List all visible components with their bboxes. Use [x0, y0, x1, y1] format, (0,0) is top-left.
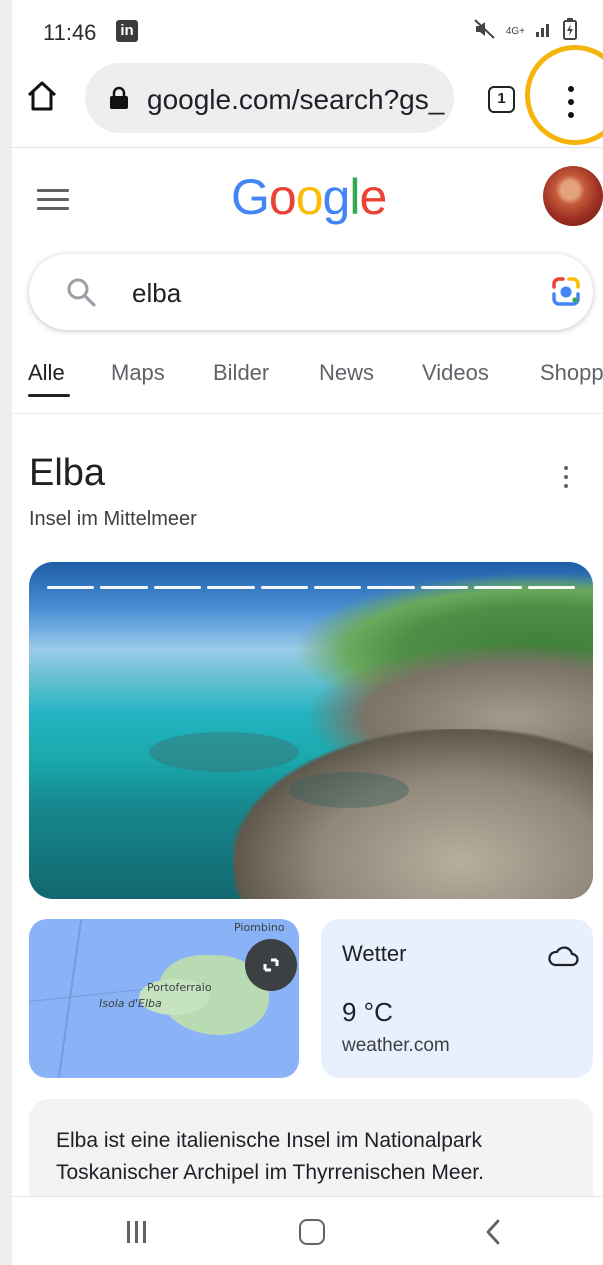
weather-temperature: 9 °C: [342, 997, 393, 1027]
home-icon[interactable]: [24, 78, 60, 114]
back-icon[interactable]: [482, 1218, 504, 1246]
elba-photo[interactable]: [29, 562, 593, 899]
search-box[interactable]: elba: [29, 254, 593, 330]
cloud-icon: [547, 945, 579, 967]
lock-icon: [109, 86, 129, 110]
mute-icon: [474, 19, 496, 44]
entity-subtitle: Insel im Mittelmeer: [29, 508, 197, 530]
avatar[interactable]: [543, 166, 603, 226]
search-icon: [65, 276, 97, 308]
photo-reef: [149, 732, 299, 772]
photo-reef: [289, 772, 409, 808]
weather-card[interactable]: Wetter 9 °C weather.com: [321, 919, 593, 1078]
weather-source[interactable]: weather.com: [342, 1035, 450, 1057]
battery-icon: [563, 18, 577, 45]
network-label: 4G+: [505, 25, 525, 37]
description-line: Toskanischer Archipel im Thyrrenischen M…: [56, 1161, 484, 1184]
system-nav-bar: [12, 1196, 603, 1265]
status-bar: 11:46 in 4G+: [12, 0, 603, 56]
tab-alle[interactable]: Alle: [28, 360, 65, 386]
tab-shopping[interactable]: Shopp: [540, 360, 603, 386]
phone-screen: 11:46 in 4G+ google.com/search?gs_ 1 Goo…: [12, 0, 603, 1265]
search-input[interactable]: elba: [132, 278, 181, 309]
map-label-piombino: Piombino: [234, 921, 285, 934]
tab-maps[interactable]: Maps: [111, 360, 165, 386]
map-label-portoferraio: Portoferraio: [147, 981, 212, 994]
tab-switcher-icon[interactable]: 1: [488, 86, 515, 113]
google-lens-icon[interactable]: [549, 276, 583, 308]
browser-toolbar: google.com/search?gs_ 1: [12, 56, 603, 148]
description-line: Elba ist eine italienische Insel im Nati…: [56, 1129, 483, 1152]
search-tabs: Alle Maps Bilder News Videos Shopp: [12, 352, 603, 414]
status-icons: 4G+: [474, 18, 577, 45]
page-title: Elba: [29, 452, 106, 494]
recent-apps-icon[interactable]: [125, 1221, 149, 1243]
url-text: google.com/search?gs_: [147, 84, 445, 115]
active-tab-indicator: [28, 394, 70, 397]
map-line: [57, 919, 83, 1078]
hamburger-menu-icon[interactable]: [37, 189, 69, 211]
description-text: Elba ist eine italienische Insel im Nati…: [56, 1125, 576, 1189]
home-nav-icon[interactable]: [299, 1219, 325, 1245]
status-time: 11:46: [43, 20, 97, 45]
address-bar[interactable]: google.com/search?gs_: [85, 63, 454, 133]
weather-title: Wetter: [342, 941, 407, 966]
expand-icon[interactable]: [245, 939, 297, 991]
signal-icon: [535, 20, 553, 43]
linkedin-icon: in: [116, 20, 138, 42]
tab-news[interactable]: News: [319, 360, 374, 386]
google-logo[interactable]: Google: [231, 168, 387, 226]
tab-bilder[interactable]: Bilder: [213, 360, 269, 386]
kp-more-icon[interactable]: [560, 464, 572, 490]
map-label-isola: Isola d'Elba: [99, 997, 162, 1010]
map-card[interactable]: Piombino Portoferraio Isola d'Elba: [29, 919, 299, 1078]
tab-videos[interactable]: Videos: [422, 360, 489, 386]
story-progress: [47, 586, 576, 590]
